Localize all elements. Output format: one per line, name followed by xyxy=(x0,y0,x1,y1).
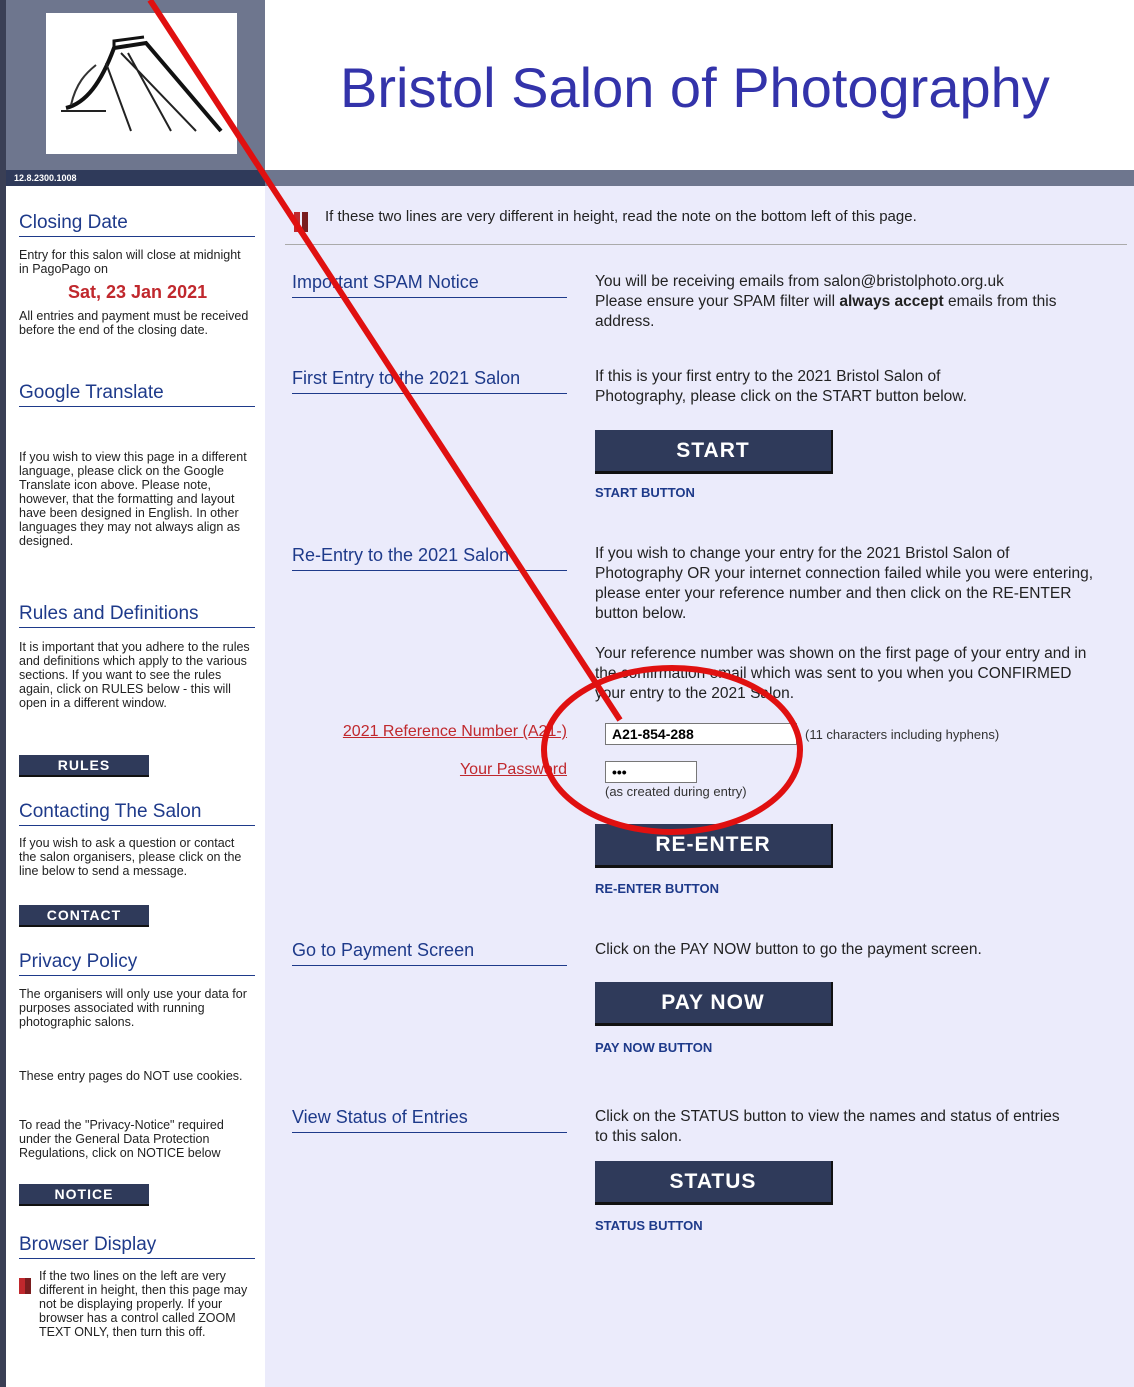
privacy-heading: Privacy Policy xyxy=(19,951,255,976)
contact-heading: Contacting The Salon xyxy=(19,801,255,826)
start-button[interactable]: START xyxy=(595,430,833,474)
re-entry-text: If you wish to change your entry for the… xyxy=(595,545,1094,622)
spam-filter-line: Please ensure your SPAM filter will alwa… xyxy=(595,293,1057,330)
browser-display-text: If the two lines on the left are very di… xyxy=(39,1269,248,1339)
rules-button[interactable]: RULES xyxy=(19,755,149,777)
closing-date-note: All entries and payment must be received… xyxy=(19,309,249,337)
re-enter-button-caption: RE-ENTER BUTTON xyxy=(595,881,719,896)
privacy-text-1: The organisers will only use your data f… xyxy=(19,987,247,1029)
spam-notice-text: You will be receiving emails from salon@… xyxy=(595,272,1095,332)
closing-date-value: Sat, 23 Jan 2021 xyxy=(68,282,208,302)
re-entry-label: Re-Entry to the 2021 Salon xyxy=(292,545,567,571)
google-translate-text: If you wish to view this page in a diffe… xyxy=(19,450,247,548)
logo-panel xyxy=(6,0,265,170)
password-label[interactable]: Your Password xyxy=(285,761,567,779)
privacy-text-3: To read the "Privacy-Notice" required un… xyxy=(19,1118,224,1160)
reference-number-label[interactable]: 2021 Reference Number (A21-) xyxy=(285,723,567,741)
sidebar: Closing Date Entry for this salon will c… xyxy=(6,186,265,1387)
status-label: View Status of Entries xyxy=(292,1107,567,1133)
pay-now-button-caption: PAY NOW BUTTON xyxy=(595,1040,713,1055)
rules-text: It is important that you adhere to the r… xyxy=(19,640,250,710)
reference-number-hint: (11 characters including hyphens) xyxy=(805,727,1000,742)
start-button-caption: START BUTTON xyxy=(595,485,695,500)
bridge-logo-icon xyxy=(61,35,223,133)
divider xyxy=(285,244,1127,245)
rules-heading: Rules and Definitions xyxy=(19,603,255,628)
privacy-text-2: These entry pages do NOT use cookies. xyxy=(19,1069,243,1083)
status-button[interactable]: STATUS xyxy=(595,1161,833,1205)
pay-now-button[interactable]: PAY NOW xyxy=(595,982,833,1026)
height-test-bar-icon xyxy=(294,212,300,232)
version-label: 12.8.2300.1008 xyxy=(6,170,265,186)
reference-number-input[interactable] xyxy=(605,723,797,745)
browser-display-heading: Browser Display xyxy=(19,1234,255,1259)
spam-notice-label: Important SPAM Notice xyxy=(292,272,567,298)
spam-email-line: You will be receiving emails from salon@… xyxy=(595,273,1004,290)
closing-date-heading: Closing Date xyxy=(19,212,255,237)
contact-text: If you wish to ask a question or contact… xyxy=(19,836,242,878)
reference-explanation: Your reference number was shown on the f… xyxy=(595,645,1087,702)
closing-date-text: Entry for this salon will close at midni… xyxy=(19,248,241,276)
first-entry-label: First Entry to the 2021 Salon xyxy=(292,368,567,394)
site-title: Bristol Salon of Photography xyxy=(340,56,1050,119)
payment-label: Go to Payment Screen xyxy=(292,940,567,966)
status-text: Click on the STATUS button to view the n… xyxy=(595,1108,1060,1145)
re-enter-button[interactable]: RE-ENTER xyxy=(595,824,833,868)
status-button-caption: STATUS BUTTON xyxy=(595,1218,703,1233)
main-content: If these two lines are very different in… xyxy=(265,186,1134,1387)
header-bar xyxy=(265,170,1134,186)
first-entry-text: If this is your first entry to the 2021 … xyxy=(595,368,967,405)
height-note: If these two lines are very different in… xyxy=(325,208,917,225)
height-test-bar-icon xyxy=(302,212,308,232)
salon-logo xyxy=(46,13,237,154)
contact-button[interactable]: CONTACT xyxy=(19,905,149,927)
height-test-bar-icon xyxy=(25,1278,31,1294)
payment-text: Click on the PAY NOW button to go the pa… xyxy=(595,941,982,958)
password-hint: (as created during entry) xyxy=(605,784,747,799)
notice-button[interactable]: NOTICE xyxy=(19,1184,149,1206)
google-translate-heading: Google Translate xyxy=(19,382,255,407)
password-input[interactable] xyxy=(605,761,697,783)
